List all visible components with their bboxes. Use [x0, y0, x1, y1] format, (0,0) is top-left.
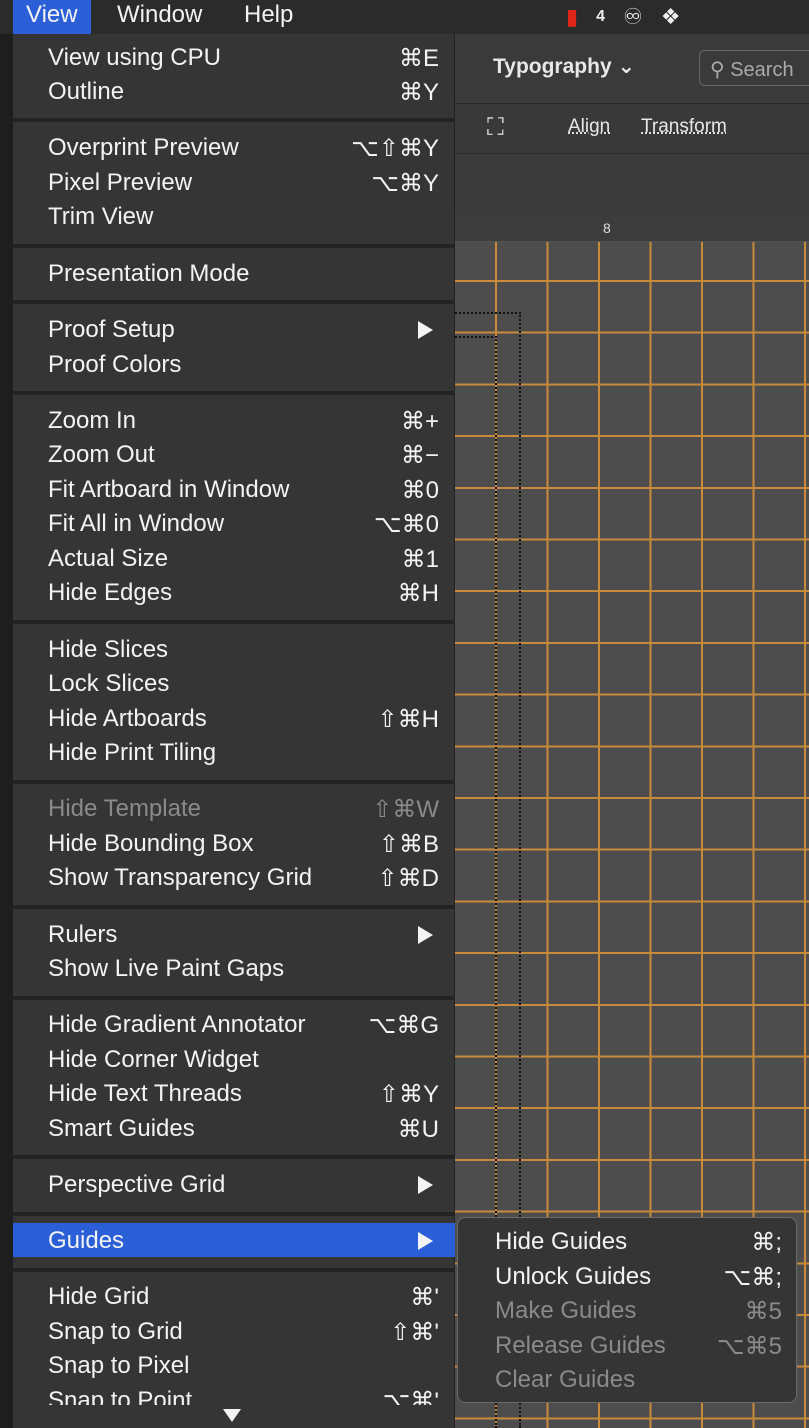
menu-item-hide-bounding-box[interactable]: Hide Bounding Box ⇧⌘B: [13, 826, 455, 860]
separator: [13, 118, 455, 122]
menu-item-fit-artboard[interactable]: Fit Artboard in Window ⌘0: [13, 472, 455, 506]
menu-item-hide-print-tiling[interactable]: Hide Print Tiling: [13, 735, 455, 769]
menu-item-snap-to-pixel[interactable]: Snap to Pixel: [13, 1348, 455, 1382]
menu-item-perspective-grid[interactable]: Perspective Grid: [13, 1167, 455, 1201]
selection-edge: [455, 336, 497, 338]
menu-item-pixel-preview[interactable]: Pixel Preview ⌥⌘Y: [13, 165, 455, 199]
scroll-down-arrow-icon[interactable]: [223, 1409, 241, 1422]
menu-item-hide-edges[interactable]: Hide Edges ⌘H: [13, 575, 455, 609]
chevron-down-icon: ⌄: [617, 55, 636, 78]
separator: [13, 391, 455, 395]
search-icon: ⚲: [710, 59, 725, 81]
document-tabs: [455, 154, 809, 214]
menu-item-actual-size[interactable]: Actual Size ⌘1: [13, 541, 455, 575]
menu-item-proof-colors[interactable]: Proof Colors: [13, 347, 455, 381]
menu-item-hide-artboards[interactable]: Hide Artboards ⇧⌘H: [13, 701, 455, 735]
menu-item-proof-setup[interactable]: Proof Setup: [13, 312, 455, 346]
menu-item-hide-slices[interactable]: Hide Slices: [13, 632, 455, 666]
menu-item-snap-to-grid[interactable]: Snap to Grid ⇧⌘': [13, 1314, 455, 1348]
menu-view[interactable]: View: [13, 0, 91, 34]
menu-item-zoom-out[interactable]: Zoom Out ⌘−: [13, 437, 455, 471]
transform-link[interactable]: Transform: [641, 116, 727, 138]
chat-icon[interactable]: ▮: [566, 4, 578, 30]
separator: [13, 300, 455, 304]
menu-item-fit-all[interactable]: Fit All in Window ⌥⌘0: [13, 506, 455, 540]
separator: [13, 905, 455, 909]
menu-item-overprint-preview[interactable]: Overprint Preview ⌥⇧⌘Y: [13, 130, 455, 164]
align-link[interactable]: Align: [568, 116, 610, 138]
menu-item-trim-view[interactable]: Trim View: [13, 199, 455, 233]
separator: [13, 620, 455, 624]
submenu-item-unlock-guides[interactable]: Unlock Guides ⌥⌘;: [458, 1259, 798, 1293]
menu-item-presentation-mode[interactable]: Presentation Mode: [13, 256, 455, 290]
submenu-item-release-guides: Release Guides ⌥⌘5: [495, 1332, 782, 1360]
view-menu: View using CPU ⌘E Outline ⌘Y Overprint Pre…: [13, 34, 455, 1428]
submenu-item-make-guides: Make Guides ⌘5: [495, 1297, 782, 1325]
menu-item-hide-gradient-annotator[interactable]: Hide Gradient Annotator ⌥⌘G: [13, 1007, 455, 1041]
submenu-arrow-icon: [418, 1232, 433, 1250]
menu-item-hide-corner-widget[interactable]: Hide Corner Widget: [13, 1042, 455, 1076]
menu-window[interactable]: Window: [117, 0, 202, 34]
menu-item-hide-text-threads[interactable]: Hide Text Threads ⇧⌘Y: [13, 1076, 455, 1110]
separator: [13, 244, 455, 248]
creative-cloud-icon[interactable]: ♾: [623, 4, 643, 30]
menu-item-hide-template: Hide Template ⇧⌘W: [48, 795, 439, 823]
separator: [13, 1212, 455, 1216]
menu-item-snap-to-point[interactable]: Snap to Point ⌥⌘': [13, 1383, 455, 1405]
separator: [13, 780, 455, 784]
menu-item-zoom-in[interactable]: Zoom In ⌘+: [13, 403, 455, 437]
submenu-arrow-icon: [418, 321, 433, 339]
grid-icon[interactable]: ⛶: [487, 114, 504, 142]
menu-item-smart-guides[interactable]: Smart Guides ⌘U: [13, 1111, 455, 1145]
submenu-arrow-icon: [418, 1176, 433, 1194]
horizontal-ruler[interactable]: [455, 214, 809, 242]
submenu-item-hide-guides[interactable]: Hide Guides ⌘;: [458, 1224, 798, 1258]
guides-submenu: Hide Guides ⌘; Unlock Guides ⌥⌘; Make Guid…: [457, 1217, 797, 1403]
separator: [13, 1155, 455, 1159]
submenu-item-clear-guides: Clear Guides: [495, 1366, 636, 1393]
separator: [13, 1268, 455, 1272]
dropbox-icon[interactable]: ❖: [661, 4, 681, 30]
ruler-number: 8: [603, 220, 611, 236]
menu-item-view-using-cpu[interactable]: View using CPU ⌘E: [13, 40, 455, 74]
menu-item-hide-grid[interactable]: Hide Grid ⌘': [13, 1279, 455, 1313]
workspace-switcher[interactable]: Typography ⌄: [493, 54, 635, 79]
separator: [13, 996, 455, 1000]
menu-item-rulers[interactable]: Rulers: [13, 917, 455, 951]
menu-item-outline[interactable]: Outline ⌘Y: [13, 74, 455, 108]
menu-bar: View Window Help ▮ 4 ♾ ❖: [0, 0, 809, 34]
badge-count[interactable]: 4: [596, 8, 605, 26]
status-tray: ▮ 4 ♾ ❖: [566, 0, 698, 34]
menu-help[interactable]: Help: [244, 0, 293, 34]
submenu-arrow-icon: [418, 926, 433, 944]
menu-item-guides[interactable]: Guides: [13, 1223, 455, 1257]
selection-edge: [455, 312, 521, 314]
menu-item-show-live-paint-gaps[interactable]: Show Live Paint Gaps: [13, 951, 455, 985]
menu-item-lock-slices[interactable]: Lock Slices: [13, 666, 455, 700]
menu-item-show-transparency-grid[interactable]: Show Transparency Grid ⇧⌘D: [13, 860, 455, 894]
search-field[interactable]: ⚲ Search: [699, 50, 809, 86]
control-bar: [455, 104, 809, 154]
